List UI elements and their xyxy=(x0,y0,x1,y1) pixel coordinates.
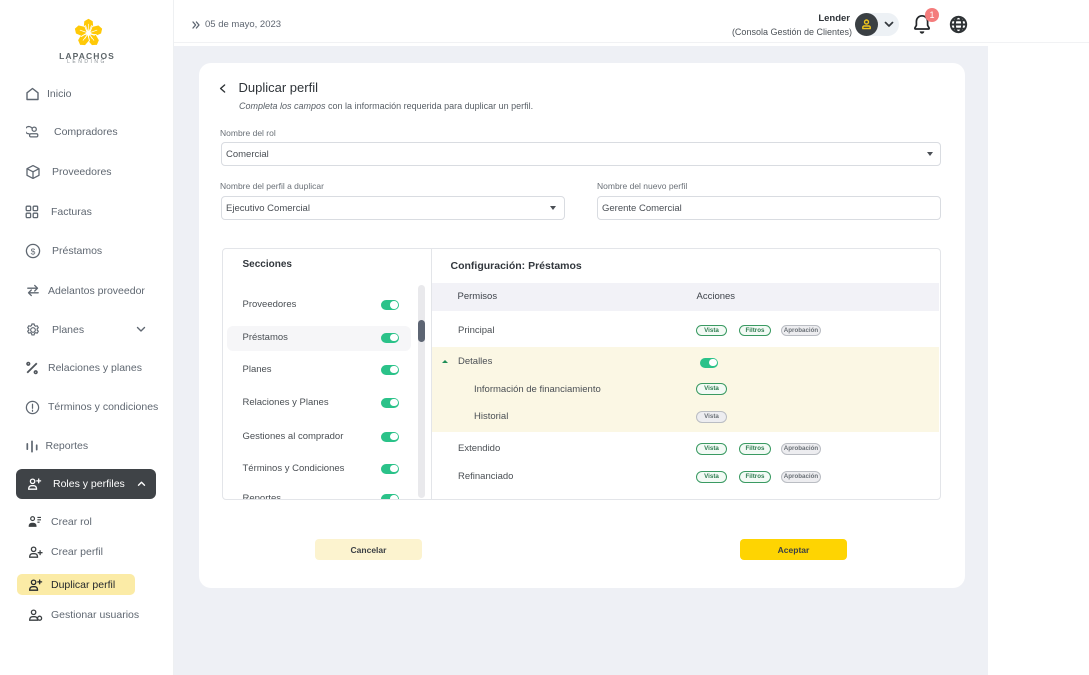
svg-text:$: $ xyxy=(31,246,36,256)
